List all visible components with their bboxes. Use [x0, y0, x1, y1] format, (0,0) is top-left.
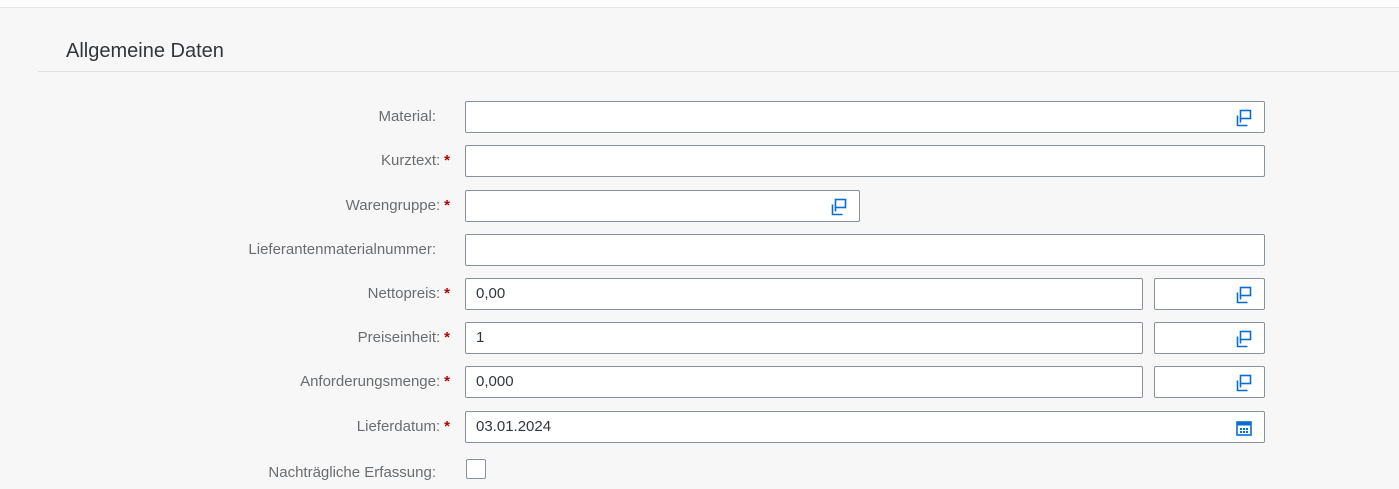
preiseinheit-label: Preiseinheit: *	[357, 329, 450, 346]
required-marker: *	[444, 285, 450, 302]
material-label: Material:	[378, 108, 436, 125]
required-marker: *	[444, 152, 450, 169]
anforderungsmenge-input[interactable]: 0,000	[465, 366, 1143, 398]
row-material: Material:	[0, 101, 1399, 133]
row-lieferdatum: Lieferdatum: * 03.01.2024	[0, 411, 1399, 443]
currency-input[interactable]	[1154, 278, 1265, 310]
lieferdatum-label: Lieferdatum: *	[356, 418, 450, 435]
quantity-unit-input[interactable]	[1154, 366, 1265, 398]
required-marker: *	[444, 329, 450, 346]
value-help-icon[interactable]	[1235, 330, 1253, 348]
warengruppe-label: Warengruppe: *	[345, 197, 450, 214]
kurztext-input[interactable]	[465, 145, 1265, 177]
lieferdatum-input[interactable]: 03.01.2024	[465, 411, 1265, 443]
section-title: Allgemeine Daten	[66, 40, 224, 62]
row-nachtraegliche-erfassung: Nachträgliche Erfassung:	[0, 457, 1399, 489]
value-help-icon[interactable]	[1235, 109, 1253, 127]
material-input[interactable]	[465, 101, 1265, 133]
nachtraegliche-erfassung-checkbox[interactable]	[466, 459, 486, 479]
value-help-icon[interactable]	[1235, 286, 1253, 304]
required-marker: *	[444, 197, 450, 214]
nettopreis-input[interactable]: 0,00	[465, 278, 1143, 310]
nachtraegliche-erfassung-label: Nachträgliche Erfassung:	[268, 464, 436, 481]
row-anforderungsmenge: Anforderungsmenge: * 0,000	[0, 366, 1399, 398]
required-marker: *	[444, 373, 450, 390]
calendar-icon[interactable]	[1235, 419, 1253, 437]
row-lieferantenmaterialnummer: Lieferantenmaterialnummer:	[0, 234, 1399, 266]
warengruppe-input[interactable]	[465, 190, 860, 222]
preiseinheit-input[interactable]: 1	[465, 322, 1143, 354]
lieferantenmaterialnummer-input[interactable]	[465, 234, 1265, 266]
price-unit-input[interactable]	[1154, 322, 1265, 354]
top-toolbar-edge	[0, 0, 1399, 8]
section-divider	[38, 71, 1399, 72]
value-help-icon[interactable]	[1235, 374, 1253, 392]
anforderungsmenge-label: Anforderungsmenge: *	[300, 373, 450, 390]
nettopreis-label: Nettopreis: *	[367, 285, 450, 302]
row-preiseinheit: Preiseinheit: * 1	[0, 322, 1399, 354]
value-help-icon[interactable]	[830, 198, 848, 216]
kurztext-label: Kurztext: *	[380, 152, 450, 169]
row-nettopreis: Nettopreis: * 0,00	[0, 278, 1399, 310]
row-warengruppe: Warengruppe: *	[0, 190, 1399, 222]
row-kurztext: Kurztext: *	[0, 145, 1399, 177]
required-marker: *	[444, 418, 450, 435]
lieferantenmaterialnummer-label: Lieferantenmaterialnummer:	[248, 241, 436, 258]
